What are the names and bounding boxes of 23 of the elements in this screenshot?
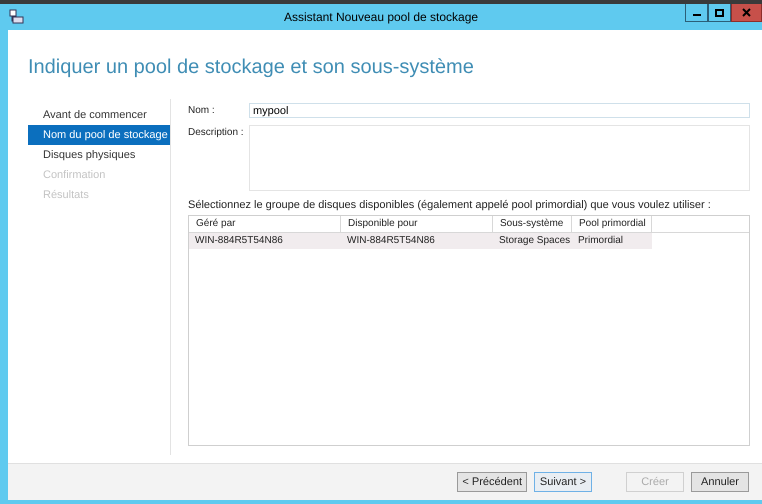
wizard-button[interactable]: < Précédent: [457, 472, 527, 492]
table-cell: Storage Spaces: [493, 233, 572, 249]
wizard-step[interactable]: Nom du pool de stockage: [28, 125, 170, 145]
window-title: Assistant Nouveau pool de stockage: [284, 10, 478, 24]
maximize-icon: [715, 8, 724, 16]
maximize-button[interactable]: [708, 4, 731, 22]
minimize-button[interactable]: [685, 4, 708, 22]
wizard-app-icon: [8, 9, 24, 25]
wizard-button[interactable]: Annuler: [691, 472, 749, 492]
wizard-step[interactable]: Avant de commencer: [28, 105, 170, 125]
table-cell: Primordial: [572, 233, 652, 249]
description-field[interactable]: [249, 125, 750, 191]
close-button[interactable]: [731, 4, 762, 22]
name-label: Nom :: [188, 104, 216, 116]
wizard-button[interactable]: Suivant >: [534, 472, 592, 492]
wizard-step[interactable]: Disques physiques: [28, 145, 170, 165]
description-label: Description :: [188, 126, 245, 138]
table-prompt: Sélectionnez le groupe de disques disponibles (également appelé pool primordial) que vous voulez utiliser :: [188, 199, 712, 211]
table-cell: WIN-884R5T54N86: [189, 233, 341, 249]
table-cell: WIN-884R5T54N86: [341, 233, 493, 249]
page-heading: Indiquer un pool de stockage et son sous-système: [28, 56, 475, 80]
name-field[interactable]: mypool: [249, 103, 750, 118]
close-icon: [742, 8, 751, 17]
